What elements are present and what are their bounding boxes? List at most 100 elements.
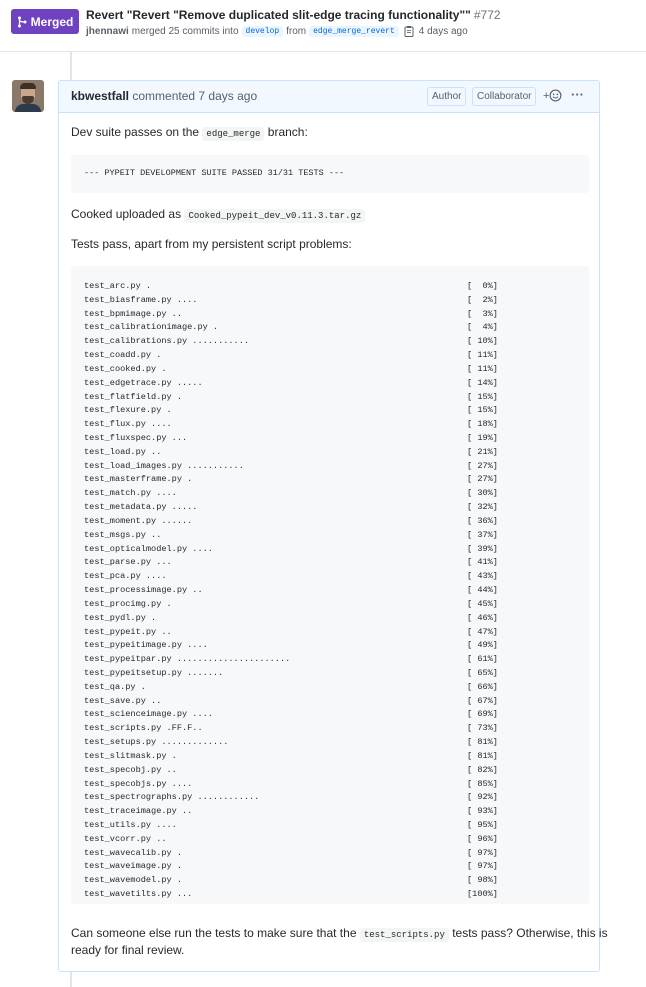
test-output-row: test_flatfield.py . [ 15%]	[84, 391, 504, 405]
test-progress: [ 67%]	[467, 695, 498, 706]
test-output-row: test_procimg.py . [ 45%]	[84, 598, 504, 612]
test-name: test_wavemodel.py .	[84, 875, 182, 886]
test-name: test_msgs.py ..	[84, 529, 162, 540]
base-branch[interactable]: develop	[241, 25, 284, 37]
test-progress: [ 11%]	[467, 350, 498, 361]
test-progress: [ 66%]	[467, 681, 498, 692]
test-progress: [ 85%]	[467, 778, 498, 789]
test-name: test_coadd.py .	[84, 350, 162, 361]
test-output-row: test_pypeit.py .. [ 47%]	[84, 626, 504, 640]
test-name: test_arc.py .	[84, 281, 152, 291]
test-progress: [ 4%]	[467, 322, 498, 333]
test-progress: [ 82%]	[467, 764, 498, 775]
test-name: test_specobj.py ..	[84, 764, 177, 775]
avatar-beard	[22, 96, 34, 104]
test-name: test_scienceimage.py ....	[84, 709, 213, 720]
collaborator-label: Collaborator	[472, 87, 537, 106]
test-name: test_calibrations.py ...........	[84, 336, 250, 347]
test-progress: [ 15%]	[467, 405, 498, 416]
header-divider	[0, 51, 646, 52]
test-output-row: test_slitmask.py . [ 81%]	[84, 750, 504, 764]
test-output-row: test_pypeitsetup.py ....... [ 65%]	[84, 667, 504, 681]
suite-result-block: --- PYPEIT DEVELOPMENT SUITE PASSED 31/3…	[71, 155, 589, 193]
add-reaction-button[interactable]: +	[543, 89, 562, 102]
p1-pre: Dev suite passes on the	[71, 125, 200, 139]
test-progress: [ 27%]	[467, 474, 498, 485]
test-progress: [ 14%]	[467, 377, 498, 388]
test-output-row: test_wavecalib.py . [ 97%]	[84, 847, 504, 861]
test-name: test_wavetilts.py ...	[84, 889, 193, 900]
test-progress: [ 81%]	[467, 737, 498, 748]
test-progress: [ 95%]	[467, 819, 498, 830]
p4-code: test_scripts.py	[359, 928, 449, 942]
test-progress: [ 69%]	[467, 709, 498, 720]
comment-paragraph-2: Cooked uploaded as Cooked_pypeit_dev_v0.…	[71, 207, 366, 223]
test-output-row: test_fluxspec.py ... [ 19%]	[84, 432, 504, 446]
p1-post: branch:	[267, 125, 308, 139]
comment-paragraph-4-line-2: ready for final review.	[71, 943, 185, 957]
test-name: test_bpmimage.py ..	[84, 308, 182, 319]
test-output-row: test_flux.py .... [ 18%]	[84, 418, 504, 432]
avatar[interactable]	[12, 80, 44, 112]
merged-badge-label: Merged	[30, 14, 74, 29]
test-name: test_slitmask.py .	[84, 750, 177, 761]
suite-result-text: --- PYPEIT DEVELOPMENT SUITE PASSED 31/3…	[84, 168, 345, 178]
test-progress: [ 0%]	[467, 281, 498, 291]
test-progress: [ 27%]	[467, 460, 498, 471]
avatar-hair	[20, 83, 36, 89]
p4-post: tests pass? Otherwise, this is	[452, 926, 608, 940]
pr-from-text: from	[286, 25, 307, 37]
test-name: test_cooked.py .	[84, 363, 167, 374]
test-output-row: test_coadd.py . [ 11%]	[84, 349, 504, 363]
clipboard-icon[interactable]	[404, 25, 414, 37]
comment-action[interactable]: commented 7 days ago	[132, 89, 257, 103]
pr-author-link[interactable]: jhennawi	[86, 26, 129, 37]
test-name: test_pypeitimage.py ....	[84, 640, 208, 651]
comment-author-link[interactable]: kbwestfall	[71, 89, 129, 103]
test-progress: [ 32%]	[467, 502, 498, 513]
test-name: test_load_images.py ...........	[84, 460, 244, 471]
test-output-row: test_traceimage.py .. [ 93%]	[84, 805, 504, 819]
test-progress: [ 3%]	[467, 308, 498, 319]
test-output-row: test_pypeitpar.py ......................…	[84, 653, 504, 667]
pr-time: 4 days ago	[418, 25, 468, 37]
test-name: test_pypeitpar.py ......................	[84, 654, 291, 665]
p2-pre: Cooked uploaded as	[71, 207, 182, 221]
test-output-row: test_moment.py ...... [ 36%]	[84, 515, 504, 529]
test-output-row: test_utils.py .... [ 95%]	[84, 819, 504, 833]
test-name: test_spectrographs.py ............	[84, 792, 260, 803]
test-name: test_flatfield.py .	[84, 391, 182, 402]
test-output-row: test_load.py .. [ 21%]	[84, 446, 504, 460]
test-progress: [ 97%]	[467, 847, 498, 858]
test-name: test_qa.py .	[84, 681, 146, 692]
p2-code: Cooked_pypeit_dev_v0.11.3.tar.gz	[184, 209, 366, 223]
test-output-row: test_cooked.py . [ 11%]	[84, 363, 504, 377]
p1-code: edge_merge	[202, 127, 265, 141]
test-progress: [ 43%]	[467, 571, 498, 582]
test-output-row: test_arc.py . [ 0%]	[84, 280, 504, 294]
test-output-row: test_setups.py ............. [ 81%]	[84, 736, 504, 750]
head-branch[interactable]: edge_merge_revert	[309, 25, 399, 37]
test-name: test_metadata.py .....	[84, 502, 198, 513]
test-progress: [ 19%]	[467, 433, 498, 444]
test-name: test_load.py ..	[84, 446, 162, 457]
git-merge-icon	[17, 16, 27, 27]
smiley-icon	[549, 89, 562, 102]
test-output-row: test_biasframe.py .... [ 2%]	[84, 294, 504, 308]
test-progress: [ 30%]	[467, 488, 498, 499]
test-output-row: test_spectrographs.py ............ [ 92%]	[84, 791, 504, 805]
test-output-row: test_scripts.py .FF.F.. [ 73%]	[84, 722, 504, 736]
test-output-row: test_waveimage.py . [ 97%]	[84, 860, 504, 874]
test-name: test_pypeit.py ..	[84, 626, 172, 637]
test-progress: [ 39%]	[467, 543, 498, 554]
test-output-row: test_match.py .... [ 30%]	[84, 487, 504, 501]
test-progress: [ 81%]	[467, 750, 498, 761]
test-progress: [ 15%]	[467, 391, 498, 402]
test-output-row: test_opticalmodel.py .... [ 39%]	[84, 543, 504, 557]
test-output-row: test_specobjs.py .... [ 85%]	[84, 778, 504, 792]
test-name: test_waveimage.py .	[84, 861, 182, 872]
more-options-button[interactable]: ···	[571, 87, 584, 102]
comment-byline: kbwestfall commented 7 days ago	[71, 89, 257, 103]
test-progress: [ 10%]	[467, 336, 498, 347]
test-output-row: test_pca.py .... [ 43%]	[84, 570, 504, 584]
